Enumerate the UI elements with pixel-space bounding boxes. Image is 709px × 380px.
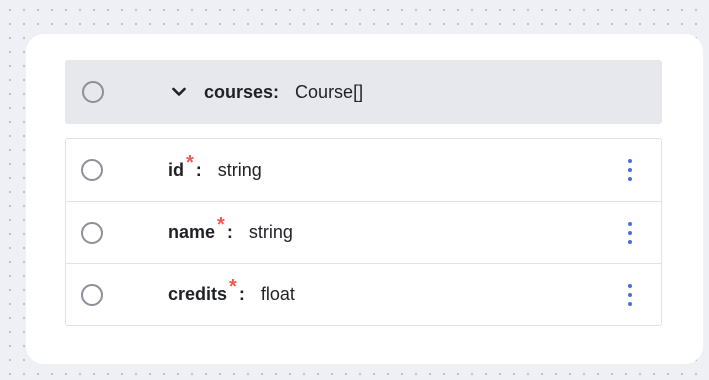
group-select-radio[interactable] <box>82 81 104 103</box>
group-header-courses[interactable]: courses : Course[] <box>65 60 662 124</box>
field-select-radio[interactable] <box>81 283 103 306</box>
field-row-id[interactable]: id * : string <box>66 139 661 201</box>
field-row-name[interactable]: name * : string <box>66 201 661 263</box>
field-type: float <box>260 284 295 304</box>
dotted-canvas: courses : Course[] id * : string name * … <box>0 0 709 380</box>
kebab-dot <box>628 301 632 306</box>
field-name: id <box>168 159 184 180</box>
field-name: name <box>168 222 216 242</box>
chevron-down-icon[interactable] <box>172 85 186 99</box>
kebab-menu-icon[interactable] <box>625 283 635 306</box>
field-colon: : <box>238 284 245 304</box>
kebab-dot <box>628 230 632 235</box>
kebab-dot <box>628 177 632 181</box>
kebab-dot <box>628 168 632 172</box>
kebab-menu-icon[interactable] <box>625 159 635 181</box>
kebab-dot <box>628 239 632 244</box>
kebab-dot <box>628 221 632 226</box>
group-type: Course[] <box>295 81 364 102</box>
kebab-dot <box>628 159 632 163</box>
field-select-radio[interactable] <box>81 221 103 244</box>
field-list: id * : string name * : string credits * … <box>65 138 662 326</box>
field-row-credits[interactable]: credits * : float <box>66 263 661 325</box>
field-type: string <box>217 159 262 180</box>
required-marker: * <box>186 151 194 174</box>
required-marker: * <box>217 214 225 236</box>
field-colon: : <box>226 222 233 242</box>
field-colon: : <box>195 159 202 180</box>
kebab-dot <box>628 283 632 288</box>
field-select-radio[interactable] <box>81 159 103 181</box>
field-name: credits <box>168 284 228 304</box>
kebab-menu-icon[interactable] <box>625 221 635 244</box>
required-marker: * <box>229 276 237 298</box>
schema-card: courses : Course[] id * : string name * … <box>26 34 703 364</box>
kebab-dot <box>628 292 632 297</box>
group-colon: : <box>273 81 280 102</box>
field-type: string <box>248 222 293 242</box>
group-name: courses <box>204 81 274 102</box>
